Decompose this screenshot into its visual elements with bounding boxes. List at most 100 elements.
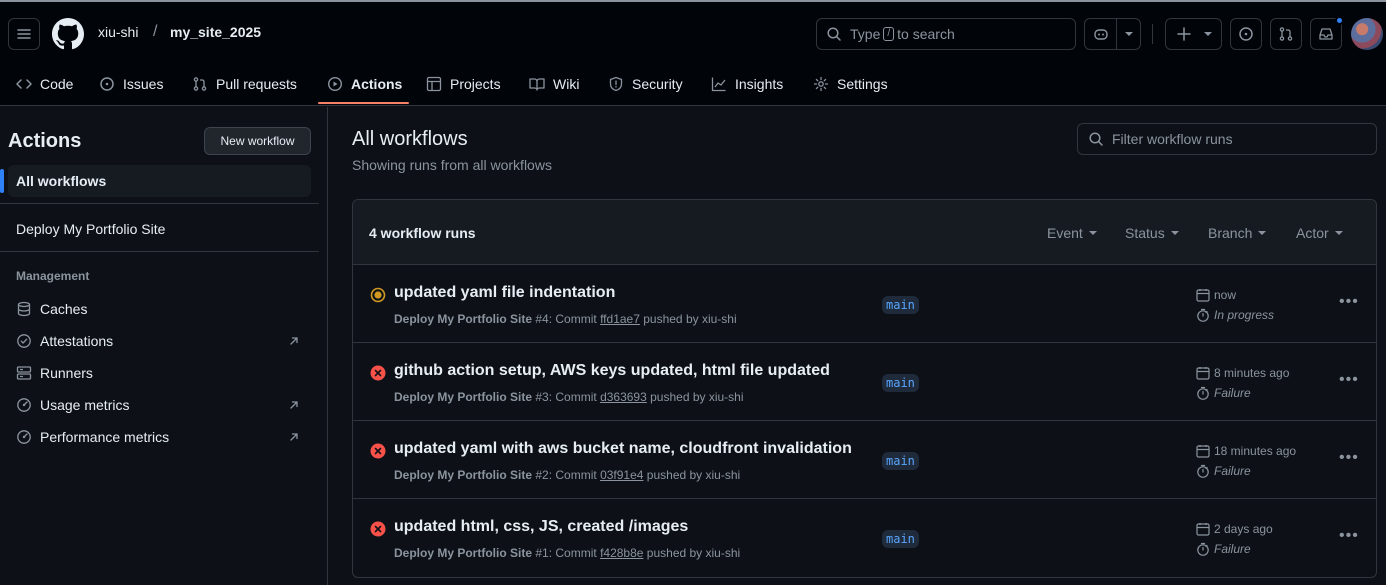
run-state: Failure	[1196, 464, 1251, 478]
run-number: #4	[535, 312, 549, 326]
sidebar-item-all-workflows[interactable]: All workflows	[8, 165, 311, 197]
sidebar-item-label: Deploy My Portfolio Site	[16, 221, 166, 237]
dropdown-label: Actor	[1296, 225, 1329, 241]
commit-sha-link[interactable]: 03f91e4	[600, 468, 643, 482]
branch-badge[interactable]: main	[882, 530, 919, 548]
run-state: In progress	[1196, 308, 1274, 322]
book-icon	[529, 78, 545, 91]
run-pushed-by: pushed by xiu-shi	[643, 312, 737, 326]
workflow-run-row[interactable]: updated yaml with aws bucket name, cloud…	[353, 421, 1376, 499]
run-title-link[interactable]: updated yaml file indentation	[394, 284, 615, 302]
sidebar-divider	[0, 251, 319, 252]
tab-security[interactable]: Security	[608, 72, 683, 96]
runs-count: 4 workflow runs	[369, 225, 476, 241]
github-logo-icon[interactable]	[52, 18, 84, 50]
run-time-text: 18 minutes ago	[1214, 444, 1297, 458]
stopwatch-icon	[1197, 386, 1209, 400]
run-number: #1	[535, 546, 549, 560]
chevron-down-icon	[1170, 231, 1179, 235]
branch-filter-dropdown[interactable]: Branch	[1208, 225, 1267, 241]
notification-dot	[1335, 16, 1344, 25]
search-placeholder-post: to search	[897, 26, 955, 42]
run-title-link[interactable]: updated yaml with aws bucket name, cloud…	[394, 440, 852, 458]
new-workflow-button[interactable]: New workflow	[204, 127, 311, 155]
hamburger-icon	[17, 29, 31, 39]
run-title-link[interactable]: updated html, css, JS, created /images	[394, 518, 688, 536]
sidebar-item-caches[interactable]: Caches	[16, 297, 304, 321]
commit-sha-link[interactable]: ffd1ae7	[600, 312, 640, 326]
tab-insights[interactable]: Insights	[711, 72, 783, 96]
kebab-menu-icon[interactable]: •••	[1339, 371, 1359, 389]
search-shortcut-key: /	[883, 27, 895, 41]
run-time: 18 minutes ago	[1196, 444, 1296, 458]
tab-issues[interactable]: Issues	[99, 72, 163, 96]
run-time-text: 8 minutes ago	[1214, 366, 1290, 380]
pull-requests-shortcut-button[interactable]	[1270, 18, 1302, 50]
tab-code[interactable]: Code	[16, 72, 73, 96]
stopwatch-icon	[1197, 542, 1209, 556]
tab-actions[interactable]: Actions	[327, 72, 402, 96]
run-commit-prefix: : Commit	[548, 312, 597, 326]
tab-label: Code	[40, 76, 74, 92]
workflow-run-row[interactable]: updated html, css, JS, created /images D…	[353, 499, 1376, 577]
run-meta: Deploy My Portfolio Site #2: Commit 03f9…	[394, 468, 740, 482]
workflow-run-row[interactable]: github action setup, AWS keys updated, h…	[353, 343, 1376, 421]
create-new-button[interactable]	[1165, 18, 1222, 50]
sidebar-item-performance-metrics[interactable]: Performance metrics	[16, 425, 304, 449]
issue-icon	[1239, 27, 1253, 41]
run-number: #2	[535, 468, 549, 482]
branch-badge[interactable]: main	[882, 296, 919, 314]
run-state-text: In progress	[1214, 308, 1275, 322]
run-state: Failure	[1196, 542, 1251, 556]
sidebar-item-label: Usage metrics	[40, 397, 130, 413]
sidebar-item-attestations[interactable]: Attestations	[16, 329, 304, 353]
event-filter-dropdown[interactable]: Event	[1047, 225, 1097, 241]
issue-icon	[100, 77, 114, 91]
chevron-down-icon	[1088, 231, 1097, 235]
menu-button[interactable]	[8, 18, 40, 50]
sidebar-item-usage-metrics[interactable]: Usage metrics	[16, 393, 304, 417]
kebab-menu-icon[interactable]: •••	[1339, 449, 1359, 467]
workflow-run-row[interactable]: updated yaml file indentation Deploy My …	[353, 265, 1376, 343]
run-state-text: Failure	[1214, 386, 1251, 400]
filter-workflow-runs-input[interactable]: Filter workflow runs	[1077, 123, 1377, 155]
status-filter-dropdown[interactable]: Status	[1125, 225, 1179, 241]
calendar-icon	[1196, 289, 1210, 302]
avatar[interactable]	[1351, 18, 1383, 50]
sidebar-item-deploy-workflow[interactable]: Deploy My Portfolio Site	[8, 213, 311, 245]
calendar-icon	[1196, 367, 1210, 380]
run-number: #3	[535, 390, 549, 404]
tab-label: Wiki	[553, 76, 580, 92]
run-workflow-name: Deploy My Portfolio Site	[394, 546, 533, 560]
tab-label: Security	[632, 76, 683, 92]
commit-sha-link[interactable]: d363693	[600, 390, 647, 404]
actor-filter-dropdown[interactable]: Actor	[1296, 225, 1343, 241]
global-search-input[interactable]: Type / to search	[816, 18, 1076, 50]
repo-owner-link[interactable]: xiu-shi	[98, 24, 138, 40]
repo-name-link[interactable]: my_site_2025	[170, 24, 261, 40]
branch-badge[interactable]: main	[882, 452, 919, 470]
chevron-down-icon	[1258, 231, 1267, 235]
run-title-link[interactable]: github action setup, AWS keys updated, h…	[394, 362, 830, 380]
copilot-menu-button[interactable]	[1116, 18, 1141, 50]
dropdown-label: Branch	[1208, 225, 1253, 241]
sidebar-item-runners[interactable]: Runners	[16, 361, 304, 385]
database-icon	[17, 301, 31, 317]
branch-badge[interactable]: main	[882, 374, 919, 392]
copilot-button[interactable]	[1084, 18, 1117, 50]
page-title: All workflows	[352, 128, 468, 150]
external-link-icon	[290, 433, 298, 441]
tab-label: Insights	[735, 76, 784, 92]
kebab-menu-icon[interactable]: •••	[1339, 527, 1359, 545]
plus-icon	[1176, 27, 1191, 41]
tab-settings[interactable]: Settings	[813, 72, 888, 96]
commit-sha-link[interactable]: f428b8e	[600, 546, 643, 560]
issues-shortcut-button[interactable]	[1230, 18, 1262, 50]
inbox-icon	[1319, 28, 1333, 40]
kebab-menu-icon[interactable]: •••	[1339, 293, 1359, 311]
run-state: Failure	[1196, 386, 1251, 400]
external-link-icon	[290, 337, 298, 345]
tab-projects[interactable]: Projects	[426, 72, 501, 96]
tab-pull-requests[interactable]: Pull requests	[192, 72, 297, 96]
tab-wiki[interactable]: Wiki	[529, 72, 579, 96]
